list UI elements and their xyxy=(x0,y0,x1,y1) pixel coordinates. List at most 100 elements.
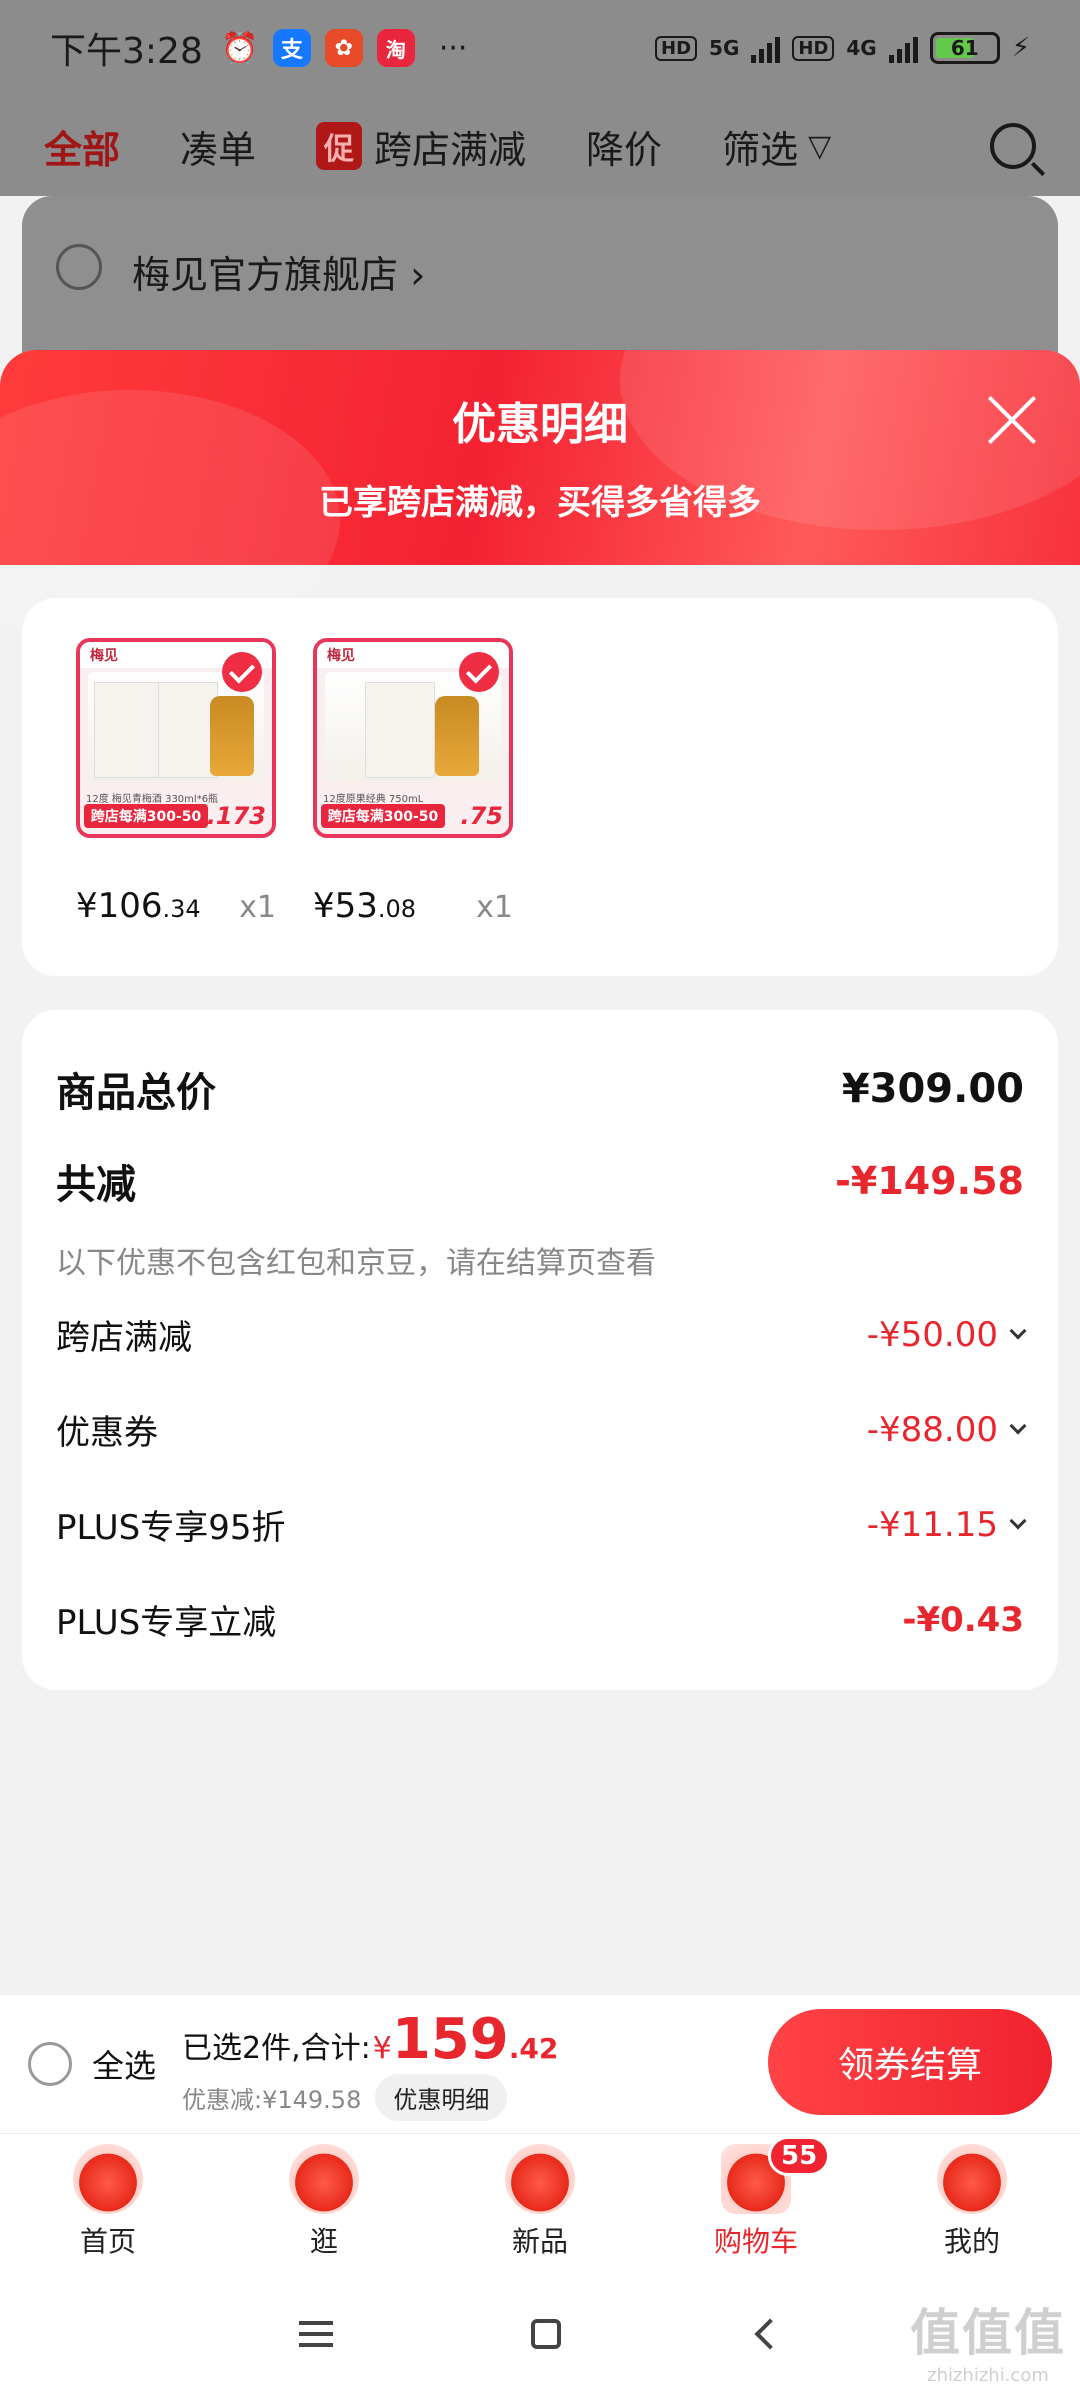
product-qty: x1 xyxy=(476,890,513,925)
tab-coudan[interactable]: 凑单 xyxy=(180,119,256,174)
discount-amount: -¥11.15 xyxy=(866,1504,998,1545)
product-item[interactable]: 梅见 12度 梅见青梅酒 330ml*6瓶 跨店每满300-50 .173 ¥1… xyxy=(76,638,276,976)
chevron-down-icon[interactable] xyxy=(1009,1512,1027,1529)
cart-filter-tabs: 全部 凑单 促 跨店满减 降价 筛选 ▽ xyxy=(0,96,1080,196)
checkout-bar: 全选 已选2件,合计: ¥ 159 .42 优惠减:¥149.58 优惠明细 领… xyxy=(0,1995,1080,2133)
discount-detail-sheet: 优惠明细 已享跨店满减，买得多省得多 梅见 12度 梅见青梅酒 330ml*6瓶… xyxy=(0,350,1080,1995)
status-app-icons: ⏰ 支 ✿ 淘 ··· xyxy=(221,29,468,67)
discount-line: 优惠减:¥149.58 优惠明细 xyxy=(182,2074,558,2121)
tab-filter-label: 筛选 xyxy=(722,127,799,172)
thumb-promo: 跨店每满300-50 xyxy=(321,804,445,828)
total-reduce-label: 共减 xyxy=(56,1162,136,1208)
nav-me[interactable]: 我的 xyxy=(864,2134,1080,2268)
home-icon xyxy=(73,2144,143,2214)
menu-icon[interactable] xyxy=(299,2321,333,2347)
discount-row-plus95[interactable]: PLUS专享95折 -¥11.15 xyxy=(56,1500,1027,1549)
signal-icon-2 xyxy=(888,33,918,63)
nav-new[interactable]: 新品 xyxy=(432,2134,648,2268)
battery-icon: 61 xyxy=(929,32,1000,64)
system-nav-bar: 值值值 zhizhizhi.com xyxy=(0,2268,1080,2400)
thumb-promo: 跨店每满300-50 xyxy=(84,804,208,828)
status-bar: 下午3:28 ⏰ 支 ✿ 淘 ··· HD 5G HD 4G 61 ⚡ xyxy=(0,0,1080,96)
status-time: 下午3:28 xyxy=(50,31,203,72)
nav-label: 我的 xyxy=(943,2225,1000,2258)
store-select-radio[interactable] xyxy=(56,244,102,290)
taobao-icon: 淘 xyxy=(376,29,415,67)
discount-row-coupon[interactable]: 优惠券 -¥88.00 xyxy=(56,1405,1027,1454)
discount-label: PLUS专享95折 xyxy=(56,1508,286,1548)
user-icon xyxy=(937,2144,1007,2214)
chevron-down-icon[interactable] xyxy=(1009,1322,1027,1339)
discount-row-cross-store[interactable]: 跨店满减 -¥50.00 xyxy=(56,1310,1027,1359)
gift-box-icon xyxy=(505,2144,575,2214)
promo-badge: 促 xyxy=(316,122,363,170)
store-name[interactable]: 梅见官方旗舰店 › xyxy=(132,244,425,299)
product-price: ¥106.34 xyxy=(76,886,201,926)
selected-text: 已选2件,合计: xyxy=(182,2031,371,2066)
price-summary-card: 商品总价 ¥309.00 共减 -¥149.58 以下优惠不包含红包和京豆，请在… xyxy=(22,1010,1058,1690)
alarm-icon: ⏰ xyxy=(221,30,259,66)
total-reduce-row: 共减 -¥149.58 xyxy=(56,1152,1024,1210)
more-icon: ··· xyxy=(438,30,468,66)
product-thumbnail: 梅见 12度 梅见青梅酒 330ml*6瓶 跨店每满300-50 .173 xyxy=(76,638,276,838)
watermark: 值值值 zhizhizhi.com xyxy=(910,2293,1066,2386)
tab-all[interactable]: 全部 xyxy=(44,119,120,174)
total-price-row: 商品总价 ¥309.00 xyxy=(56,1060,1024,1118)
signal-icon xyxy=(751,33,781,63)
network-4g-label: 4G xyxy=(846,36,877,60)
select-all-label[interactable]: 全选 xyxy=(92,2041,156,2087)
sheet-subtitle: 已享跨店满减，买得多省得多 xyxy=(319,483,761,523)
nav-label: 逛 xyxy=(309,2225,338,2258)
product-box xyxy=(94,682,164,778)
select-all-radio[interactable] xyxy=(28,2042,72,2086)
cart-count-badge: 55 xyxy=(768,2136,831,2176)
chevron-down-icon[interactable] xyxy=(1009,1417,1027,1434)
thumb-price: .173 xyxy=(206,802,266,830)
bottom-nav: 首页 逛 新品 55 购物车 我的 xyxy=(0,2133,1080,2268)
nav-cart[interactable]: 55 购物车 xyxy=(648,2134,864,2268)
discount-detail-button[interactable]: 优惠明细 xyxy=(375,2074,508,2121)
product-meta: ¥53.08 x1 xyxy=(313,886,513,926)
discount-summary: 优惠减:¥149.58 xyxy=(182,2086,362,2114)
discount-label: PLUS专享立减 xyxy=(56,1603,277,1643)
thumb-price: .75 xyxy=(460,802,503,830)
app-icon: ✿ xyxy=(324,29,363,67)
hd-icon-2: HD xyxy=(792,35,835,61)
checkout-button[interactable]: 领券结算 xyxy=(768,2009,1052,2115)
total-line: 已选2件,合计: ¥ 159 .42 xyxy=(182,2007,558,2072)
price-dec: .08 xyxy=(377,895,417,923)
totals: 已选2件,合计: ¥ 159 .42 优惠减:¥149.58 优惠明细 xyxy=(182,2007,558,2121)
bottle-image xyxy=(435,696,479,776)
bottle-image xyxy=(210,696,254,776)
nav-browse[interactable]: 逛 xyxy=(216,2134,432,2268)
discount-note: 以下优惠不包含红包和京豆，请在结算页查看 xyxy=(56,1246,656,1281)
discount-value: -¥50.00 xyxy=(867,1315,1027,1355)
tab-cross-store[interactable]: 促 跨店满减 xyxy=(316,119,526,174)
product-box xyxy=(365,682,435,778)
search-icon[interactable] xyxy=(990,123,1036,169)
nav-label: 购物车 xyxy=(713,2225,798,2258)
status-indicators: HD 5G HD 4G 61 ⚡ xyxy=(655,32,1030,64)
discount-label: 跨店满减 xyxy=(56,1318,192,1358)
back-icon[interactable] xyxy=(754,2318,786,2350)
alipay-icon: 支 xyxy=(272,29,311,67)
nav-home[interactable]: 首页 xyxy=(0,2134,216,2268)
charging-icon: ⚡ xyxy=(1011,33,1030,63)
checkmark-icon xyxy=(222,652,262,692)
tab-filter[interactable]: 筛选 ▽ xyxy=(722,119,831,174)
product-price: ¥53.08 xyxy=(313,886,416,926)
filter-icon: ▽ xyxy=(808,128,832,164)
home-square-icon[interactable] xyxy=(531,2319,561,2349)
browse-icon xyxy=(289,2144,359,2214)
close-icon[interactable] xyxy=(984,392,1040,448)
hd-icon: HD xyxy=(655,35,698,61)
total-currency: ¥ xyxy=(372,2031,392,2066)
tab-cross-store-label: 跨店满减 xyxy=(374,127,527,172)
discount-value: -¥88.00 xyxy=(867,1410,1027,1450)
tab-price-drop[interactable]: 降价 xyxy=(586,119,662,174)
discount-value: -¥11.15 xyxy=(866,1504,1027,1545)
product-qty: x1 xyxy=(239,890,276,925)
price-int: ¥53 xyxy=(313,886,378,926)
product-item[interactable]: 梅见 12度原果经典 750mL 跨店每满300-50 .75 ¥53.08 x… xyxy=(313,638,513,976)
sheet-title: 优惠明细 xyxy=(452,399,628,450)
